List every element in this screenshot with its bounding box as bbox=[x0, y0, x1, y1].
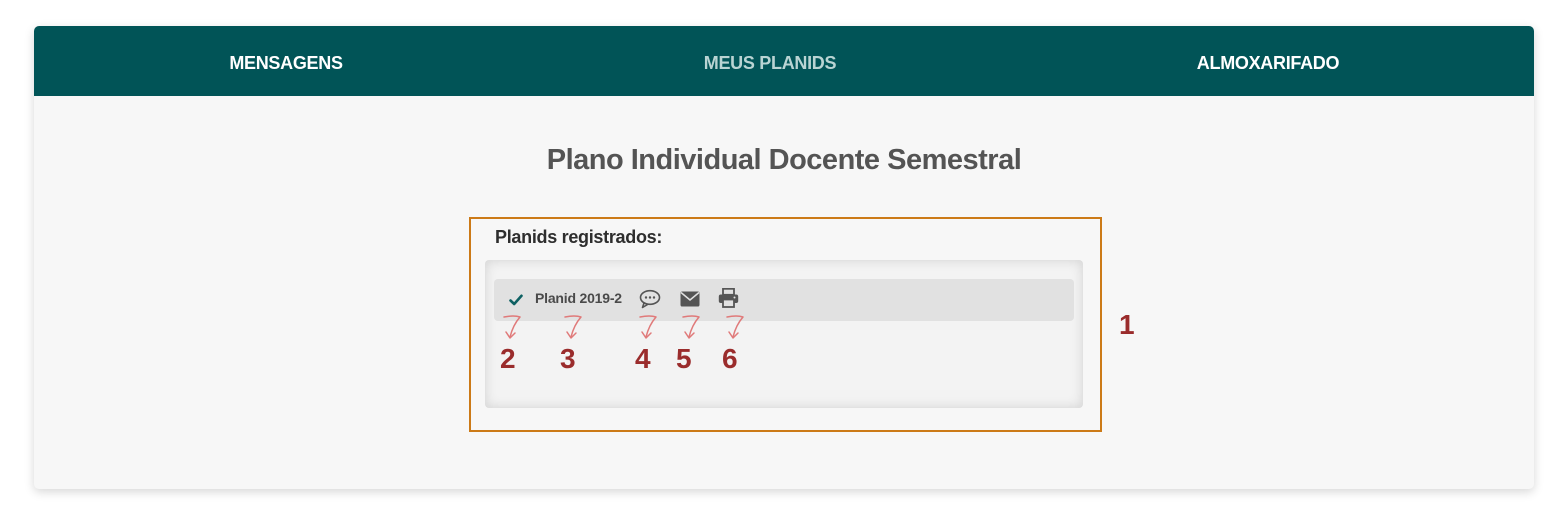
annotation-arrow bbox=[564, 315, 582, 339]
nav-item-meus-planids[interactable]: MEUS PLANIDS bbox=[670, 26, 870, 96]
comment-icon[interactable] bbox=[639, 289, 661, 309]
nav-item-mensagens[interactable]: MENSAGENS bbox=[184, 26, 388, 96]
annotation-number-3: 3 bbox=[560, 343, 576, 374]
annotation-number-4: 4 bbox=[635, 343, 651, 374]
main-card: MENSAGENS MEUS PLANIDS ALMOXARIFADO Plan… bbox=[34, 26, 1534, 489]
mail-icon[interactable] bbox=[680, 291, 700, 307]
planids-section-label: Planids registrados: bbox=[495, 227, 663, 247]
annotation-number-2: 2 bbox=[500, 343, 516, 374]
check-icon bbox=[509, 294, 523, 306]
annotation-arrow bbox=[639, 315, 657, 339]
page-title: Plano Individual Docente Semestral bbox=[546, 144, 1022, 176]
annotation-number-6: 6 bbox=[722, 343, 738, 374]
top-navbar: MENSAGENS MEUS PLANIDS ALMOXARIFADO bbox=[34, 26, 1534, 96]
annotation-arrow bbox=[726, 315, 744, 339]
annotation-number-1: 1 bbox=[1119, 309, 1135, 340]
annotation-number-5: 5 bbox=[676, 343, 692, 374]
nav-item-almoxarifado[interactable]: ALMOXARIFADO bbox=[1166, 26, 1370, 96]
annotation-arrow bbox=[503, 315, 521, 339]
planid-link[interactable]: Planid 2019-2 bbox=[535, 290, 622, 306]
print-icon[interactable] bbox=[718, 288, 739, 308]
annotation-arrow bbox=[682, 315, 700, 339]
